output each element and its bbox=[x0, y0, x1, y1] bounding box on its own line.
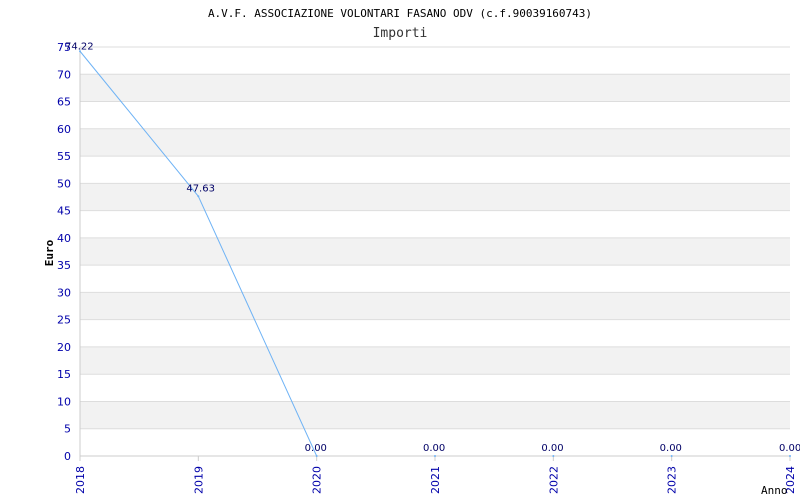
y-tick-label: 65 bbox=[57, 96, 71, 109]
grid-band bbox=[80, 237, 790, 266]
x-tick-label: 2021 bbox=[429, 466, 442, 494]
grid-band bbox=[80, 292, 790, 320]
x-tick-label: 2023 bbox=[666, 466, 679, 494]
data-point bbox=[670, 455, 673, 457]
y-tick-label: 5 bbox=[64, 423, 71, 436]
y-tick-label: 30 bbox=[57, 286, 71, 299]
data-label: 0.00 bbox=[660, 443, 682, 454]
data-point bbox=[789, 455, 791, 457]
y-tick-label: 0 bbox=[64, 450, 71, 463]
chart-subtitle: Importi bbox=[373, 26, 428, 41]
x-tick-label: 2018 bbox=[74, 466, 87, 494]
y-tick-label: 25 bbox=[57, 314, 71, 327]
y-tick-labels: 051015202530354045505560657075 bbox=[57, 41, 71, 463]
x-tick-label: 2022 bbox=[547, 466, 560, 494]
y-tick-label: 45 bbox=[57, 205, 71, 218]
data-label: 0.00 bbox=[779, 443, 800, 454]
data-label: 0.00 bbox=[423, 443, 445, 454]
y-tick-label: 15 bbox=[57, 368, 71, 381]
data-point bbox=[434, 455, 436, 457]
data-label: 47.63 bbox=[186, 183, 215, 194]
data-point bbox=[315, 455, 318, 457]
data-point bbox=[552, 455, 555, 457]
chart-title: A.V.F. ASSOCIAZIONE VOLONTARI FASANO ODV… bbox=[208, 7, 592, 20]
y-tick-label: 40 bbox=[57, 232, 71, 245]
y-tick-label: 35 bbox=[57, 259, 71, 272]
x-tick-label: 2019 bbox=[192, 466, 205, 494]
y-tick-label: 60 bbox=[57, 123, 71, 136]
data-label: 0.00 bbox=[305, 443, 327, 454]
x-tick-labels: 2018 2019 2020 2021 2022 2023 2024 bbox=[74, 466, 797, 494]
y-tick-label: 70 bbox=[57, 68, 71, 81]
y-tick-label: 10 bbox=[57, 395, 71, 408]
data-label: 74.22 bbox=[65, 41, 94, 52]
x-axis-label: Anno bbox=[761, 484, 788, 497]
grid-band bbox=[80, 128, 790, 157]
grid-band bbox=[80, 346, 790, 375]
grid-band bbox=[80, 74, 790, 102]
data-label: 0.00 bbox=[541, 443, 563, 454]
grid-band bbox=[80, 401, 790, 429]
line-chart: 051015202530354045505560657075 2018 2019 2… bbox=[43, 7, 800, 497]
y-axis-label: Euro bbox=[43, 239, 56, 266]
y-tick-label: 20 bbox=[57, 341, 71, 354]
y-tick-label: 55 bbox=[57, 150, 71, 163]
x-tick-label: 2020 bbox=[311, 466, 324, 494]
grid-bands bbox=[80, 74, 790, 429]
data-point bbox=[197, 195, 200, 198]
y-tick-label: 50 bbox=[57, 177, 71, 190]
